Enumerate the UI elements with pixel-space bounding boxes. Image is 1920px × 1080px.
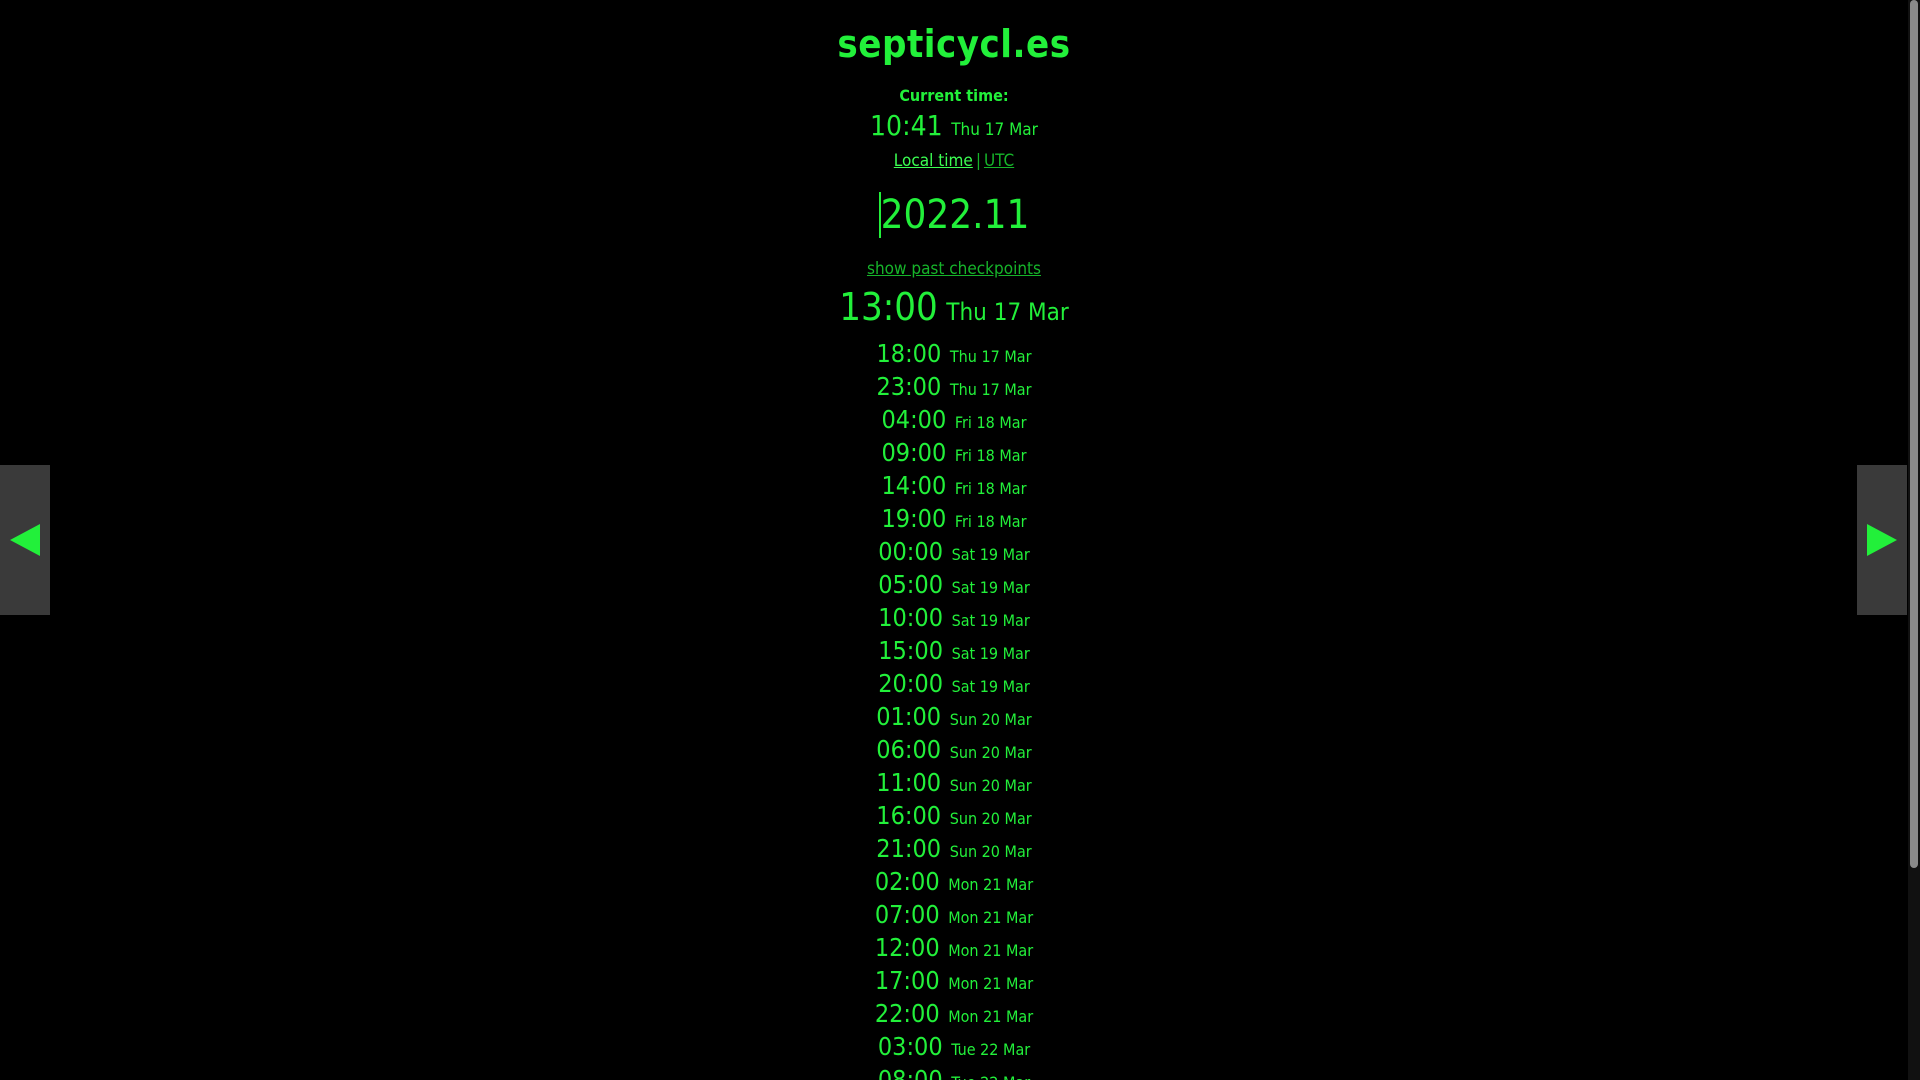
local-time-link[interactable]: Local time <box>894 151 973 171</box>
checkpoint-date: Mon 21 Mar <box>948 974 1034 993</box>
checkpoint-date: Thu 17 Mar <box>949 380 1032 399</box>
checkpoint-date: Sun 20 Mar <box>949 809 1032 828</box>
checkpoint-date: Sat 19 Mar <box>951 611 1030 630</box>
checkpoint-date: Mon 21 Mar <box>948 875 1034 894</box>
checkpoint-time: 06:00 <box>876 735 942 764</box>
checkpoint-item: 00:00 Sat 19 Mar <box>0 535 1908 568</box>
checkpoint-date: Sat 19 Mar <box>951 677 1030 696</box>
checkpoint-item: 11:00 Sun 20 Mar <box>0 766 1908 799</box>
checkpoint-time: 05:00 <box>878 570 943 599</box>
checkpoint-time: 03:00 <box>877 1032 943 1061</box>
checkpoint-item: 02:00 Mon 21 Mar <box>0 865 1908 898</box>
checkpoint-time: 02:00 <box>874 867 940 896</box>
version-wrap: 2022.11 <box>0 192 1908 240</box>
checkpoint-time: 09:00 <box>881 438 947 467</box>
show-past-checkpoints-link[interactable]: show past checkpoints <box>867 258 1041 280</box>
checkpoint-date: Fri 18 Mar <box>954 446 1027 465</box>
checkpoint-item: 18:00 Thu 17 Mar <box>0 337 1908 370</box>
checkpoint-item: 14:00 Fri 18 Mar <box>0 469 1908 502</box>
checkpoint-item: 21:00 Sun 20 Mar <box>0 832 1908 865</box>
checkpoint-date: Mon 21 Mar <box>948 908 1034 927</box>
checkpoint-item: 01:00 Sun 20 Mar <box>0 700 1908 733</box>
checkpoint-time: 14:00 <box>881 471 947 500</box>
current-time: 10:41 <box>870 109 943 142</box>
checkpoint-item: 15:00 Sat 19 Mar <box>0 634 1908 667</box>
checkpoint-time: 20:00 <box>878 669 943 698</box>
next-checkpoint-time: 13:00 <box>839 285 938 329</box>
checkpoint-time: 21:00 <box>876 834 942 863</box>
checkpoint-item: 07:00 Mon 21 Mar <box>0 898 1908 931</box>
left-arrow-icon <box>10 524 40 556</box>
site-title: septicycl.es <box>837 22 1071 66</box>
checkpoint-time: 07:00 <box>874 900 940 929</box>
checkpoint-date: Fri 18 Mar <box>954 512 1027 531</box>
checkpoint-item: 16:00 Sun 20 Mar <box>0 799 1908 832</box>
checkpoint-date: Fri 18 Mar <box>954 479 1027 498</box>
checkpoint-time: 16:00 <box>876 801 942 830</box>
checkpoint-date: Sun 20 Mar <box>949 710 1032 729</box>
utc-link[interactable]: UTC <box>984 151 1014 171</box>
checkpoint-item: 12:00 Mon 21 Mar <box>0 931 1908 964</box>
next-checkpoint: 13:00 Thu 17 Mar <box>0 287 1908 335</box>
checkpoint-date: Sun 20 Mar <box>949 842 1032 861</box>
checkpoint-time: 00:00 <box>878 537 943 566</box>
checkpoint-date: Sat 19 Mar <box>951 644 1030 663</box>
checkpoint-time: 12:00 <box>874 933 940 962</box>
checkpoint-item: 05:00 Sat 19 Mar <box>0 568 1908 601</box>
checkpoint-date: Sun 20 Mar <box>949 776 1032 795</box>
checkpoint-time: 19:00 <box>881 504 947 533</box>
right-arrow-icon <box>1867 524 1897 556</box>
checkpoint-time: 10:00 <box>878 603 943 632</box>
checkpoint-time: 01:00 <box>876 702 942 731</box>
checkpoint-item: 20:00 Sat 19 Mar <box>0 667 1908 700</box>
scrollbar[interactable] <box>1908 0 1920 1080</box>
checkpoint-date: Sat 19 Mar <box>951 578 1030 597</box>
scrollbar-thumb[interactable] <box>1910 0 1918 868</box>
version-number: 2022.11 <box>878 192 1030 238</box>
current-time-row: 10:41 Thu 17 Mar <box>0 112 1908 144</box>
next-checkpoint-date: Thu 17 Mar <box>946 298 1069 326</box>
checkpoint-date: Sun 20 Mar <box>949 743 1032 762</box>
checkpoint-item: 22:00 Mon 21 Mar <box>0 997 1908 1030</box>
page: septicycl.es Current time: 10:41 Thu 17 … <box>0 0 1920 1080</box>
checkpoint-date: Mon 21 Mar <box>948 941 1034 960</box>
checkpoint-time: 18:00 <box>876 339 942 368</box>
checkpoint-time: 23:00 <box>876 372 942 401</box>
checkpoint-item: 06:00 Sun 20 Mar <box>0 733 1908 766</box>
checkpoint-item: 10:00 Sat 19 Mar <box>0 601 1908 634</box>
checkpoint-time: 04:00 <box>881 405 947 434</box>
checkpoint-time: 11:00 <box>876 768 942 797</box>
next-button[interactable] <box>1857 465 1907 615</box>
checkpoint-time: 15:00 <box>878 636 943 665</box>
checkpoint-date: Sat 19 Mar <box>951 545 1030 564</box>
checkpoint-date: Tue 22 Mar <box>951 1073 1030 1080</box>
checkpoint-item: 08:00 Tue 22 Mar <box>0 1063 1908 1080</box>
current-date: Thu 17 Mar <box>951 120 1038 140</box>
checkpoint-item: 19:00 Fri 18 Mar <box>0 502 1908 535</box>
checkpoint-item: 04:00 Fri 18 Mar <box>0 403 1908 436</box>
timezone-separator: | <box>975 151 981 171</box>
timezone-toggle: Local time | UTC <box>0 150 1908 172</box>
checkpoint-time: 08:00 <box>877 1065 943 1080</box>
checkpoint-date: Tue 22 Mar <box>951 1040 1031 1059</box>
checkpoint-time: 22:00 <box>874 999 940 1028</box>
main-content: septicycl.es Current time: 10:41 Thu 17 … <box>0 0 1908 1080</box>
checkpoint-item: 03:00 Tue 22 Mar <box>0 1030 1908 1063</box>
checkpoint-item: 23:00 Thu 17 Mar <box>0 370 1908 403</box>
checkpoint-date: Fri 18 Mar <box>954 413 1027 432</box>
checkpoint-list: 18:00 Thu 17 Mar 23:00 Thu 17 Mar 04:00 Fr… <box>0 337 1908 1080</box>
checkpoint-time: 17:00 <box>874 966 940 995</box>
current-time-label: Current time: <box>899 86 1009 105</box>
checkpoint-item: 17:00 Mon 21 Mar <box>0 964 1908 997</box>
checkpoint-date: Mon 21 Mar <box>948 1007 1034 1026</box>
checkpoint-item: 09:00 Fri 18 Mar <box>0 436 1908 469</box>
previous-button[interactable] <box>0 465 50 615</box>
checkpoint-date: Thu 17 Mar <box>949 347 1032 366</box>
